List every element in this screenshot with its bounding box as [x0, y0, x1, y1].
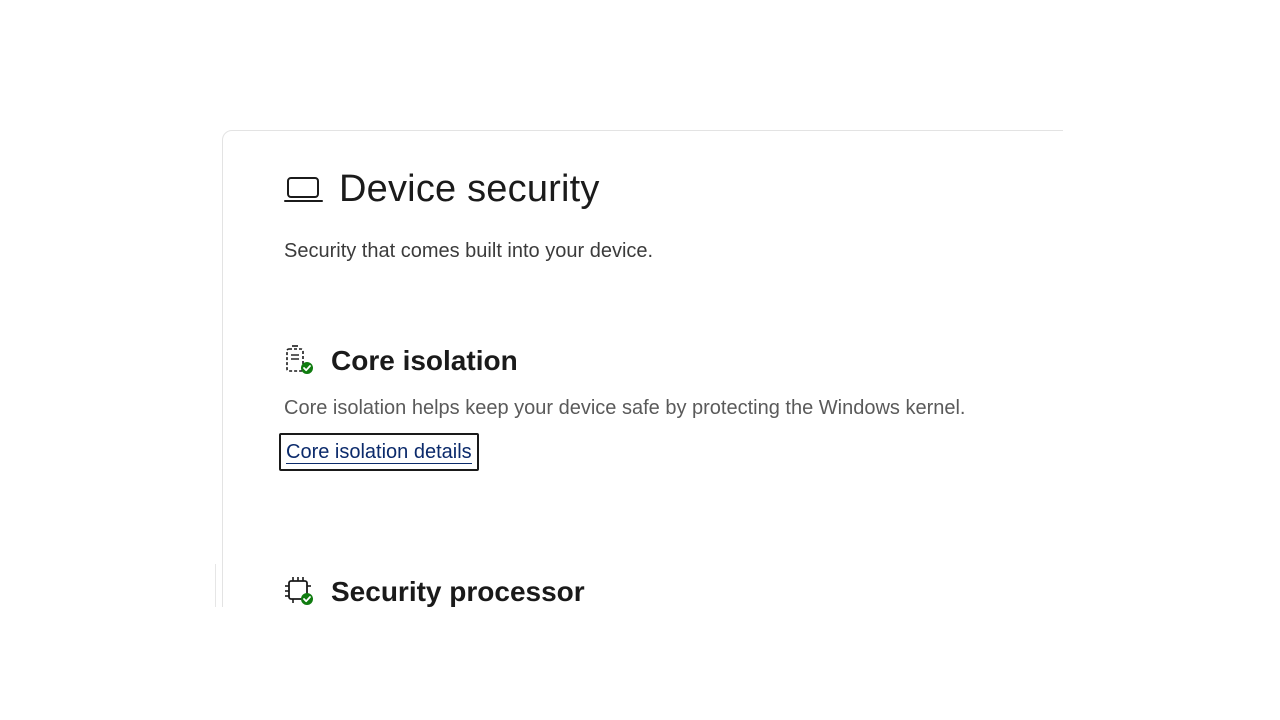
- core-isolation-section: Core isolation Core isolation helps keep…: [279, 345, 1024, 471]
- divider: [215, 564, 216, 607]
- laptop-icon: [284, 170, 324, 210]
- security-processor-icon: [284, 576, 316, 607]
- panel-edge-mask: [1063, 120, 1163, 607]
- security-processor-section: Security processor: [284, 576, 1024, 607]
- page-title: Device security: [339, 168, 600, 210]
- section-title: Security processor: [331, 576, 585, 607]
- section-title: Core isolation: [331, 345, 518, 376]
- section-header: Security processor: [284, 576, 1024, 607]
- page-header: Device security: [284, 168, 600, 211]
- core-isolation-details-link[interactable]: Core isolation details: [279, 433, 479, 471]
- section-description: Core isolation helps keep your device sa…: [284, 397, 966, 419]
- link-label: Core isolation details: [286, 441, 472, 464]
- section-header: Core isolation: [284, 345, 1024, 377]
- device-security-page: Device security Security that comes buil…: [0, 0, 1280, 607]
- page-subtitle: Security that comes built into your devi…: [284, 240, 654, 262]
- core-isolation-icon: [284, 345, 316, 377]
